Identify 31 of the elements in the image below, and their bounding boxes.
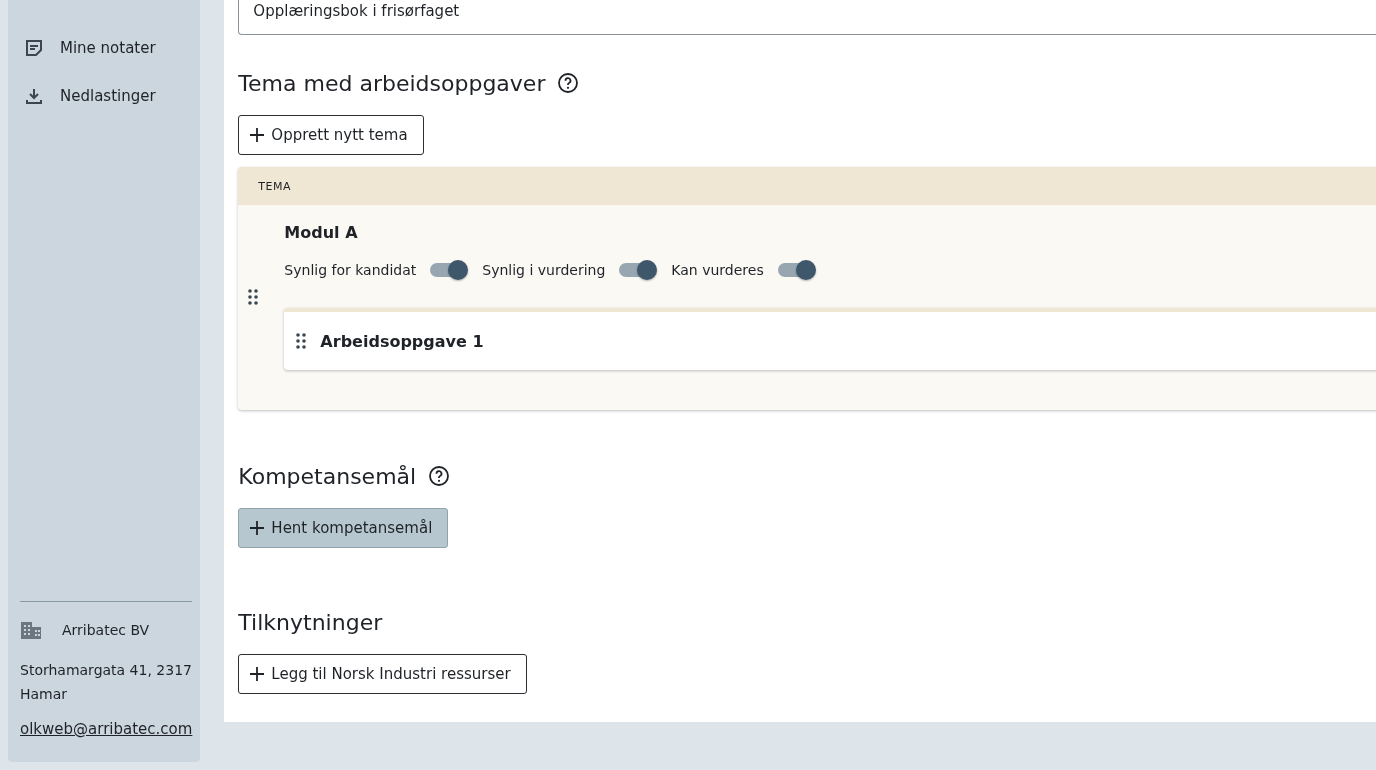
- notes-icon: [24, 38, 44, 58]
- section-heading: Tema med arbeidsoppgaver: [238, 70, 546, 96]
- help-icon[interactable]: [428, 465, 451, 487]
- section-heading: Tilknytninger: [238, 609, 383, 635]
- toggle-label: Kan vurderes: [671, 261, 764, 280]
- title-field[interactable]: Opplæringsbok i frisørfaget: [238, 0, 1376, 35]
- company-name: Arribatec BV: [62, 621, 150, 640]
- create-theme-button[interactable]: Opprett nytt tema: [238, 115, 424, 155]
- plus-icon: [249, 666, 266, 682]
- download-icon: [24, 86, 44, 106]
- drag-handle-icon[interactable]: [296, 333, 307, 349]
- building-icon: [20, 620, 42, 640]
- theme-name: Modul A: [284, 223, 359, 242]
- add-resources-button[interactable]: Legg til Norsk Industri ressurser: [238, 654, 527, 694]
- task-card[interactable]: Arbeidsoppgave 1: [284, 308, 1376, 370]
- help-icon[interactable]: [557, 72, 580, 94]
- toggle-label: Synlig i vurdering: [482, 261, 606, 280]
- drag-handle-icon[interactable]: [248, 288, 259, 305]
- fetch-competence-button[interactable]: Hent kompetansemål: [238, 508, 449, 548]
- company-address: Storhamargata 41, 2317 Hamar: [20, 661, 193, 704]
- plus-icon: [249, 520, 266, 536]
- section-heading: Kompetansemål: [238, 463, 417, 489]
- toggle-switch[interactable]: [777, 260, 816, 280]
- plus-icon: [249, 127, 266, 143]
- column-header: TEMA: [258, 179, 292, 193]
- email-link[interactable]: olkweb@arribatec.com: [20, 720, 193, 738]
- toggle-label: Synlig for kandidat: [284, 261, 417, 280]
- toggle-switch[interactable]: [430, 260, 469, 280]
- toggle-switch[interactable]: [619, 260, 658, 280]
- sidebar-item[interactable]: Nedlastinger: [20, 72, 193, 120]
- sidebar-item[interactable]: Mine notater: [20, 24, 193, 72]
